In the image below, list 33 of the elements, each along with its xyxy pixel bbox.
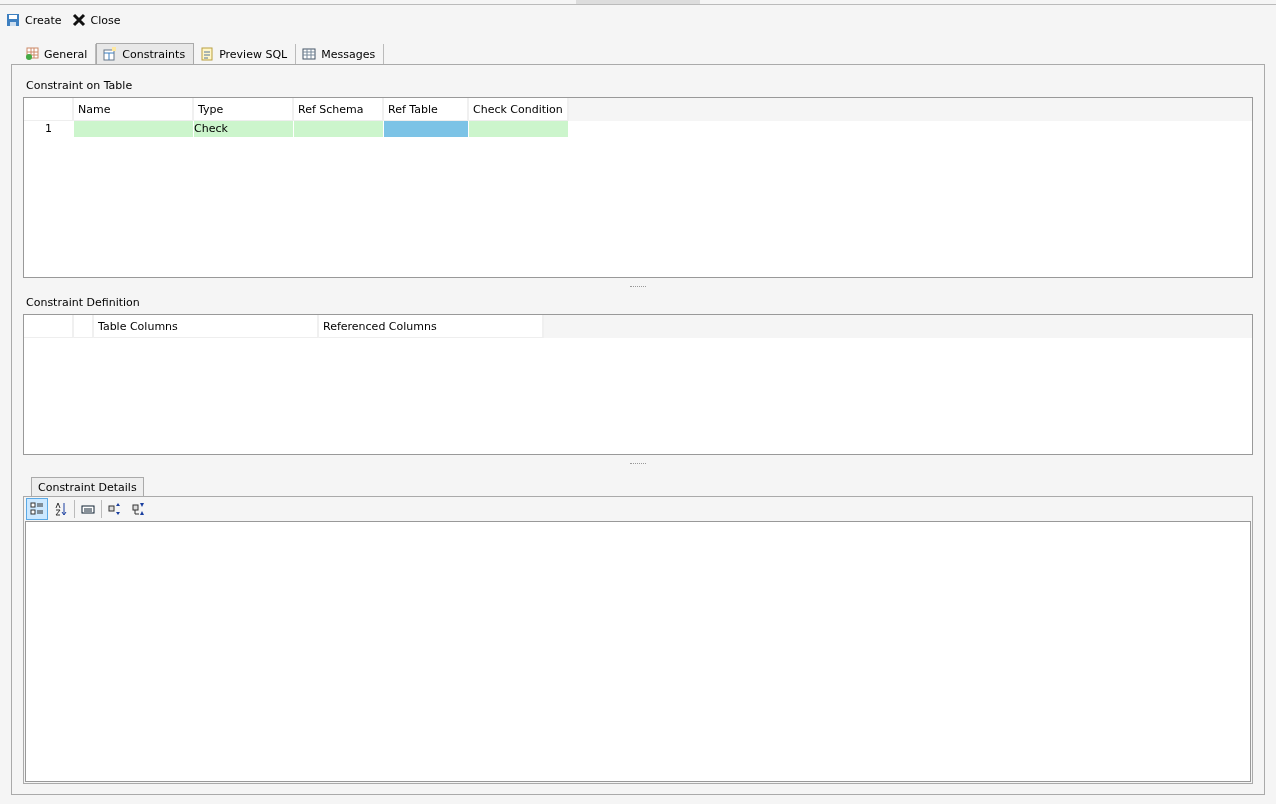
column-header: Table Columns: [94, 315, 319, 338]
column-header: Type: [194, 98, 294, 121]
list-icon: [81, 502, 95, 516]
categorized-button[interactable]: [26, 498, 48, 520]
tab[interactable]: Constraints: [96, 43, 195, 64]
section-title: Constraint on Table: [25, 78, 134, 94]
column-header: Check Condition: [469, 98, 569, 121]
tab[interactable]: Preview SQL: [194, 44, 297, 64]
categorized-icon: [30, 502, 44, 516]
close-icon: [71, 13, 86, 27]
create-button[interactable]: Create: [6, 13, 62, 27]
table-cell[interactable]: [294, 121, 384, 137]
column-header: Name: [74, 98, 194, 121]
column-header: Referenced Columns: [319, 315, 544, 338]
table-cell[interactable]: [74, 121, 194, 137]
close-button[interactable]: Close: [71, 13, 121, 27]
table-cell[interactable]: [469, 121, 569, 137]
table-cell[interactable]: [384, 121, 469, 137]
grid-icon: [302, 47, 317, 61]
save-icon: [6, 13, 20, 27]
column-header: Ref Table: [384, 98, 469, 121]
sort-icon: [54, 502, 68, 516]
tab[interactable]: General: [19, 44, 97, 64]
script-icon: [200, 47, 215, 61]
details-tab[interactable]: Constraint Details: [31, 477, 144, 496]
collapse-icon: [132, 502, 146, 516]
expand-icon: [108, 502, 122, 516]
tab[interactable]: Messages: [296, 44, 385, 64]
table-icon: [25, 47, 39, 61]
column-header: Ref Schema: [294, 98, 384, 121]
table-cell[interactable]: Check: [194, 121, 294, 137]
section-title: Constraint Definition: [25, 295, 141, 311]
table-icon: [103, 47, 118, 61]
